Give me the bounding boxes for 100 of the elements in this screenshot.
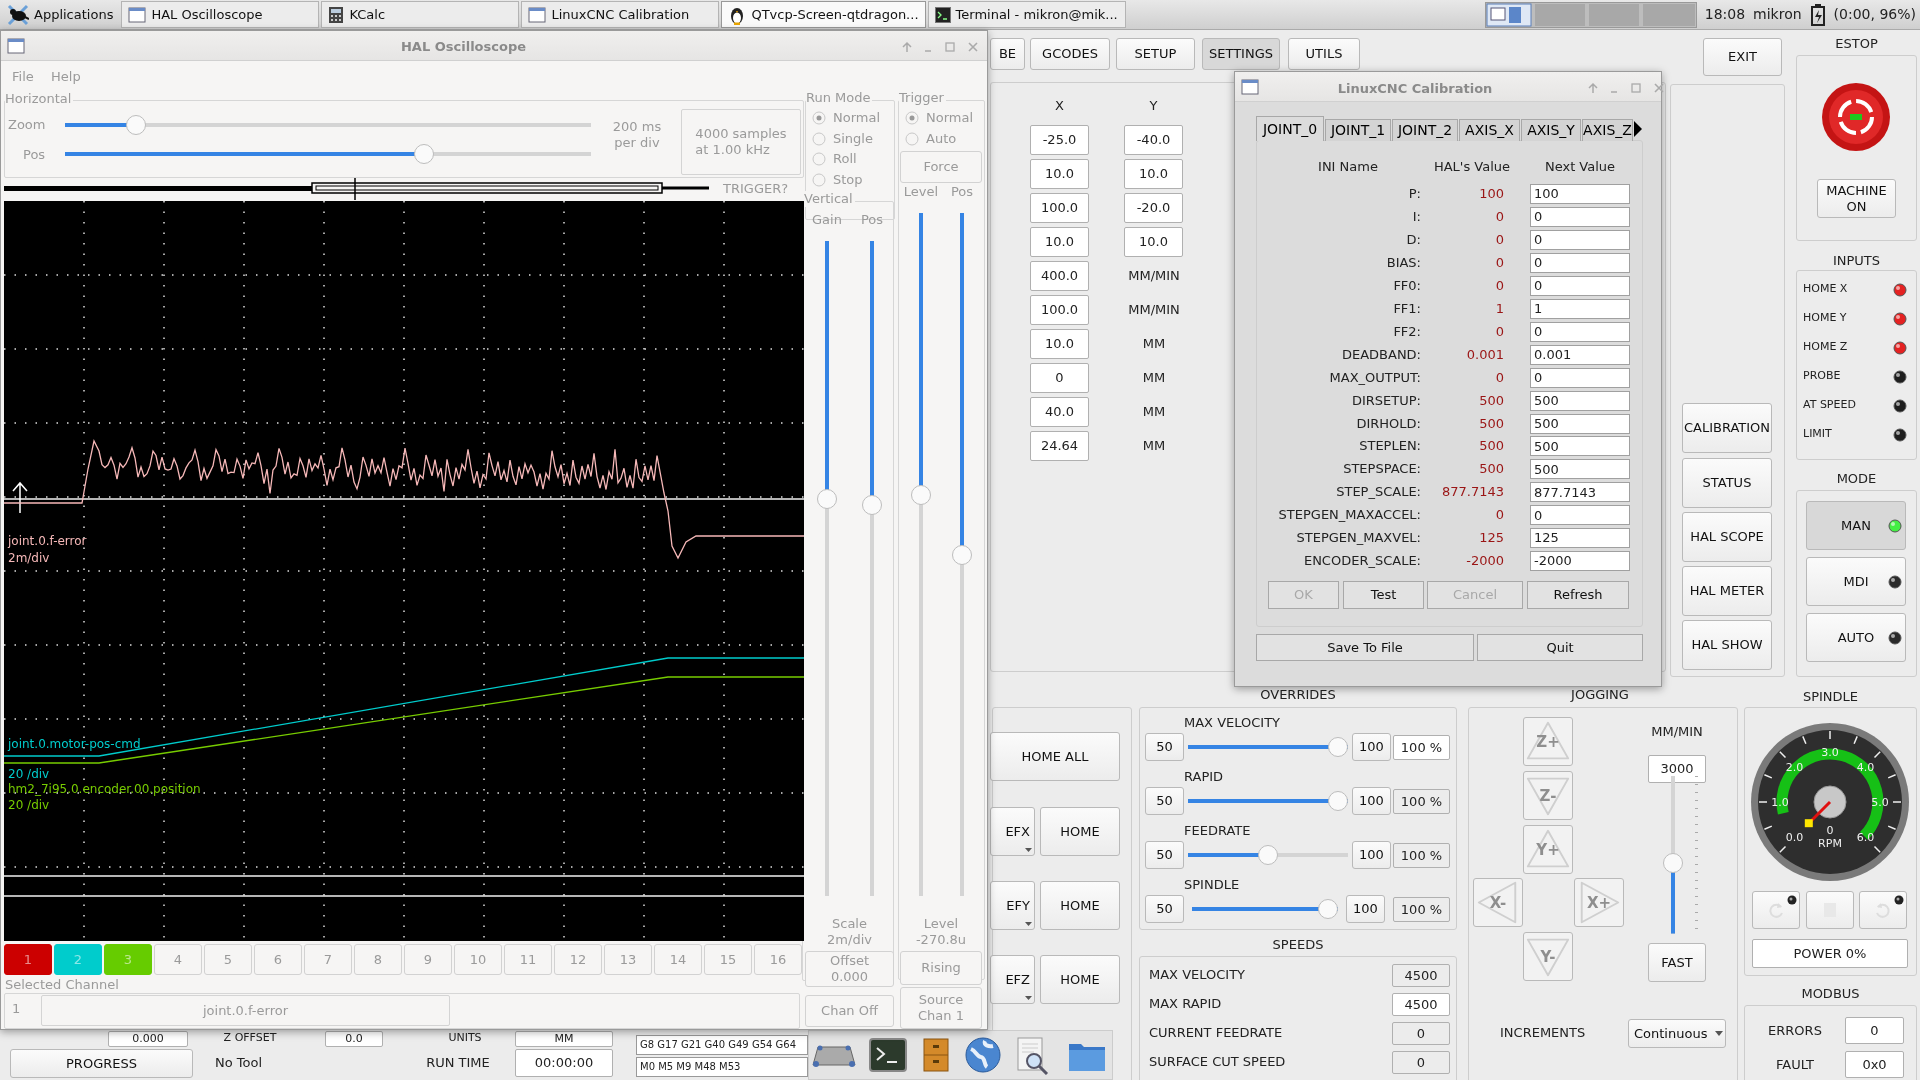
value-field[interactable]: 400.0 xyxy=(1030,261,1089,291)
globe-icon[interactable] xyxy=(965,1037,1001,1073)
next-value-field[interactable]: 0 xyxy=(1530,505,1630,526)
slider-thumb[interactable] xyxy=(414,144,435,164)
tool-button[interactable]: STATUS xyxy=(1682,458,1772,508)
radio-button[interactable] xyxy=(812,173,826,188)
next-value-field[interactable]: 100 xyxy=(1530,184,1630,204)
home-button[interactable]: HOME xyxy=(1040,881,1120,930)
machine-on-button[interactable]: MACHINE ON xyxy=(1817,179,1896,218)
next-value-field[interactable]: -2000 xyxy=(1530,551,1630,572)
max-button[interactable]: 100 xyxy=(1352,733,1391,761)
value-field[interactable]: 10.0 xyxy=(1030,227,1089,257)
slider-thumb[interactable] xyxy=(1258,845,1278,865)
taskbar-button[interactable]: LinuxCNC Calibration xyxy=(521,1,720,28)
next-value-field[interactable]: 500 xyxy=(1530,459,1630,480)
tab[interactable]: GCODES xyxy=(1030,38,1110,70)
tab[interactable]: JOINT_0 xyxy=(1256,116,1324,141)
next-value-field[interactable]: 500 xyxy=(1530,390,1630,411)
tab[interactable]: AXIS_X xyxy=(1459,119,1520,141)
mode-button[interactable]: AUTO xyxy=(1806,613,1906,662)
dialog-button[interactable]: Refresh xyxy=(1527,581,1629,609)
value-field[interactable]: 10.0 xyxy=(1124,227,1183,257)
reference-button[interactable]: EFX xyxy=(990,807,1035,856)
slider-thumb[interactable] xyxy=(952,544,972,565)
next-value-field[interactable]: 0.001 xyxy=(1530,344,1630,365)
radio-button[interactable] xyxy=(905,111,919,125)
next-value-field[interactable]: 0 xyxy=(1530,321,1630,342)
fast-button[interactable]: FAST xyxy=(1648,943,1706,982)
tool-button[interactable]: HAL SHOW xyxy=(1682,620,1772,670)
maximize-icon[interactable] xyxy=(1630,82,1642,94)
tool-button[interactable]: CALIBRATION xyxy=(1682,403,1772,453)
keep-above-icon[interactable] xyxy=(901,41,913,53)
slider-thumb[interactable] xyxy=(817,488,837,509)
mode-button[interactable]: MDI xyxy=(1806,557,1906,606)
slider-thumb[interactable] xyxy=(125,115,146,135)
min-button[interactable]: 50 xyxy=(1145,841,1184,869)
taskbar-button[interactable]: HAL Oscilloscope xyxy=(121,1,320,28)
next-value-field[interactable]: 0 xyxy=(1530,229,1630,250)
slider-thumb[interactable] xyxy=(1328,737,1348,757)
cabinet-icon[interactable] xyxy=(923,1038,949,1072)
value-field[interactable]: 10.0 xyxy=(1030,159,1089,189)
spindle-button[interactable] xyxy=(1859,891,1907,929)
value-field[interactable]: 10.0 xyxy=(1030,329,1089,359)
exit-button[interactable]: EXIT xyxy=(1703,38,1782,76)
home-button[interactable]: HOME xyxy=(1040,807,1120,856)
reference-button[interactable]: EFZ xyxy=(990,955,1035,1004)
slider-thumb[interactable] xyxy=(1318,899,1338,919)
tab[interactable]: SETTINGS xyxy=(1202,38,1280,70)
scanner-icon[interactable] xyxy=(812,1044,856,1068)
maximize-icon[interactable] xyxy=(944,41,956,53)
reference-button[interactable]: EFY xyxy=(990,881,1035,930)
value-field[interactable]: -25.0 xyxy=(1030,125,1089,155)
tab[interactable]: JOINT_2 xyxy=(1392,119,1458,141)
value-field[interactable]: 100.0 xyxy=(1030,295,1089,325)
tab[interactable]: UTILS xyxy=(1288,38,1360,70)
slider-thumb[interactable] xyxy=(911,484,931,505)
min-button[interactable]: 50 xyxy=(1145,787,1184,815)
value-field[interactable]: 0 xyxy=(1030,363,1089,393)
value-field[interactable]: 10.0 xyxy=(1124,159,1183,189)
max-button[interactable]: 100 xyxy=(1352,841,1391,869)
save-button[interactable]: Save To File xyxy=(1256,634,1474,661)
max-button[interactable]: 100 xyxy=(1352,787,1391,815)
spindle-button[interactable] xyxy=(1752,891,1800,929)
dialog-button[interactable]: Test xyxy=(1343,581,1424,609)
next-value-field[interactable]: 0 xyxy=(1530,367,1630,388)
keep-above-icon[interactable] xyxy=(1587,82,1599,94)
value-field[interactable]: -40.0 xyxy=(1124,125,1183,155)
slider-thumb[interactable] xyxy=(1328,791,1348,811)
value-field[interactable]: 24.64 xyxy=(1030,431,1089,461)
radio-button[interactable] xyxy=(812,111,826,125)
next-value-field[interactable]: 0 xyxy=(1530,275,1630,296)
max-button[interactable]: 100 xyxy=(1346,895,1385,923)
home-button[interactable]: HOME xyxy=(1040,955,1120,1004)
radio-button[interactable] xyxy=(812,152,826,167)
next-value-field[interactable]: 877.7143 xyxy=(1530,482,1630,503)
next-value-field[interactable]: 0 xyxy=(1530,252,1630,273)
next-value-field[interactable]: 1 xyxy=(1530,298,1630,319)
progress-button[interactable]: PROGRESS xyxy=(10,1049,193,1078)
tab[interactable]: AXIS_Y xyxy=(1521,119,1581,141)
taskbar-button[interactable]: QTvcp-Screen-qtdragon... xyxy=(721,1,926,28)
next-value-field[interactable]: 0 xyxy=(1530,206,1630,227)
taskbar-button[interactable]: KCalc xyxy=(321,1,520,28)
close-icon[interactable] xyxy=(967,41,979,53)
close-icon[interactable] xyxy=(1653,82,1665,94)
mode-button[interactable]: MAN xyxy=(1806,501,1906,550)
terminal-icon[interactable] xyxy=(869,1038,907,1072)
value-field[interactable]: 100.0 xyxy=(1030,193,1089,223)
next-value-field[interactable]: 500 xyxy=(1530,413,1630,434)
value-field[interactable]: -20.0 xyxy=(1124,193,1183,223)
next-value-field[interactable]: 500 xyxy=(1530,436,1630,457)
radio-button[interactable] xyxy=(812,131,826,146)
tab[interactable]: AXIS_Z xyxy=(1582,119,1633,141)
applications-menu[interactable]: Applications xyxy=(1,1,120,28)
home-all-button[interactable]: HOME ALL xyxy=(990,732,1120,781)
min-button[interactable]: 50 xyxy=(1145,895,1184,923)
slider-thumb[interactable] xyxy=(862,495,882,515)
tab[interactable]: SETUP xyxy=(1116,38,1195,70)
document-search-icon[interactable] xyxy=(1016,1037,1050,1075)
increments-dropdown[interactable]: Continuous xyxy=(1628,1019,1726,1048)
tab[interactable]: JOINT_1 xyxy=(1325,119,1391,141)
